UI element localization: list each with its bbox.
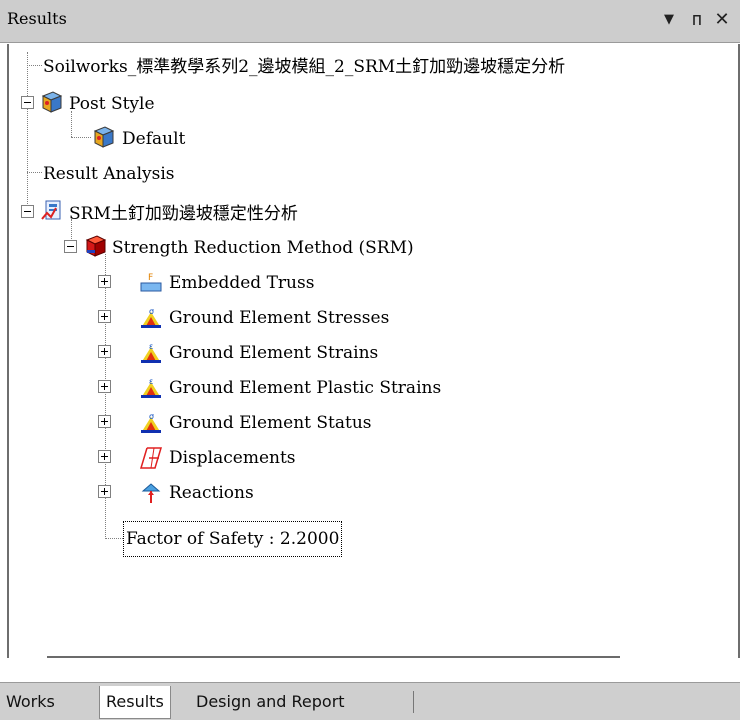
tree-item-post-style[interactable]: Post Style [69,86,155,120]
tree-item-factor-of-safety[interactable]: Factor of Safety : 2.2000 [122,520,343,557]
results-panel: Results ▼ ᴨ ✕ Soilworks_標準教學系列2_邊坡模組_2_S… [0,0,740,720]
tree-item-embedded-truss[interactable]: Embedded Truss [169,265,314,299]
expand-toggle-displacements[interactable] [98,450,111,463]
srm-cube-icon [84,234,108,258]
expand-toggle-ground-element-status[interactable] [98,415,111,428]
tree-item-result-analysis[interactable]: Result Analysis [43,156,175,190]
tree-item-label: Ground Element Strains [169,342,379,363]
results-tree: Soilworks_標準教學系列2_邊坡模組_2_SRM土釘加勁邊坡穩定分析 P… [7,44,740,658]
horizontal-scrollbar[interactable] [47,656,620,658]
tab-works[interactable]: Works [0,686,61,718]
svg-text:σ: σ [149,412,154,421]
collapse-toggle-post-style[interactable] [21,96,34,109]
dropdown-menu-icon[interactable]: ▼ [655,6,683,34]
reaction-arrow-icon [139,481,163,505]
tree-item-default[interactable]: Default [122,121,185,155]
tree-item-default-label: Default [122,128,186,149]
tree-item-label: Reactions [169,482,254,503]
tree-item-result-analysis-label: Result Analysis [43,163,175,184]
expand-toggle-ground-element-plastic-strains[interactable] [98,380,111,393]
plastic-strain-contour-icon: ε [139,376,163,400]
pin-icon[interactable]: ᴨ [683,6,711,34]
svg-text:ε: ε [149,342,153,351]
tab-results[interactable]: Results [99,686,171,719]
expand-toggle-reactions[interactable] [98,485,111,498]
collapse-toggle-srm-method[interactable] [64,240,77,253]
tree-item-label: Displacements [169,447,296,468]
tree-item-label: Embedded Truss [169,272,315,293]
tree-item-srm-group[interactable]: SRM土釘加勁邊坡穩定性分析 [69,196,298,230]
embedded-truss-icon: F [139,271,163,295]
tree-root[interactable]: Soilworks_標準教學系列2_邊坡模組_2_SRM土釘加勁邊坡穩定分析 [43,49,565,83]
svg-text:F: F [148,273,153,283]
tree-root-label: Soilworks_標準教學系列2_邊坡模組_2_SRM土釘加勁邊坡穩定分析 [43,56,566,77]
analysis-case-icon [40,199,64,223]
tab-design-and-report[interactable]: Design and Report [190,686,351,718]
panel-titlebar: Results ▼ ᴨ ✕ [0,0,740,43]
tree-item-srm-method[interactable]: Strength Reduction Method (SRM) [112,230,414,264]
default-style-icon [92,125,116,149]
tree-item-label: Ground Element Plastic Strains [169,377,442,398]
tree-item-srm-group-label: SRM土釘加勁邊坡穩定性分析 [69,203,298,224]
tree-item-reactions[interactable]: Reactions [169,475,254,509]
strain-contour-icon: ε [139,341,163,365]
tree-item-ground-element-stresses[interactable]: Ground Element Stresses [169,300,389,334]
close-icon[interactable]: ✕ [708,6,736,34]
panel-title: Results [7,9,67,28]
tree-item-label: Ground Element Stresses [169,307,390,328]
tree-item-post-style-label: Post Style [69,93,155,114]
status-contour-icon: σ [139,411,163,435]
displacement-mesh-icon [139,446,163,470]
collapse-toggle-srm-group[interactable] [21,205,34,218]
tab-separator [413,691,414,713]
tree-item-ground-element-plastic-strains[interactable]: Ground Element Plastic Strains [169,370,441,404]
expand-toggle-embedded-truss[interactable] [98,275,111,288]
tree-item-ground-element-strains[interactable]: Ground Element Strains [169,335,378,369]
stress-contour-icon: σ [139,306,163,330]
expand-toggle-ground-element-stresses[interactable] [98,310,111,323]
tree-item-srm-method-label: Strength Reduction Method (SRM) [112,237,414,258]
factor-of-safety-label: Factor of Safety : 2.2000 [122,520,343,557]
svg-text:σ: σ [149,307,154,316]
tree-item-label: Ground Element Status [169,412,372,433]
tree-item-displacements[interactable]: Displacements [169,440,296,474]
expand-toggle-ground-element-strains[interactable] [98,345,111,358]
post-style-icon [40,90,64,114]
svg-text:ε: ε [149,377,153,386]
bottom-tab-strip: Works Results Design and Report [0,682,740,720]
tree-item-ground-element-status[interactable]: Ground Element Status [169,405,372,439]
